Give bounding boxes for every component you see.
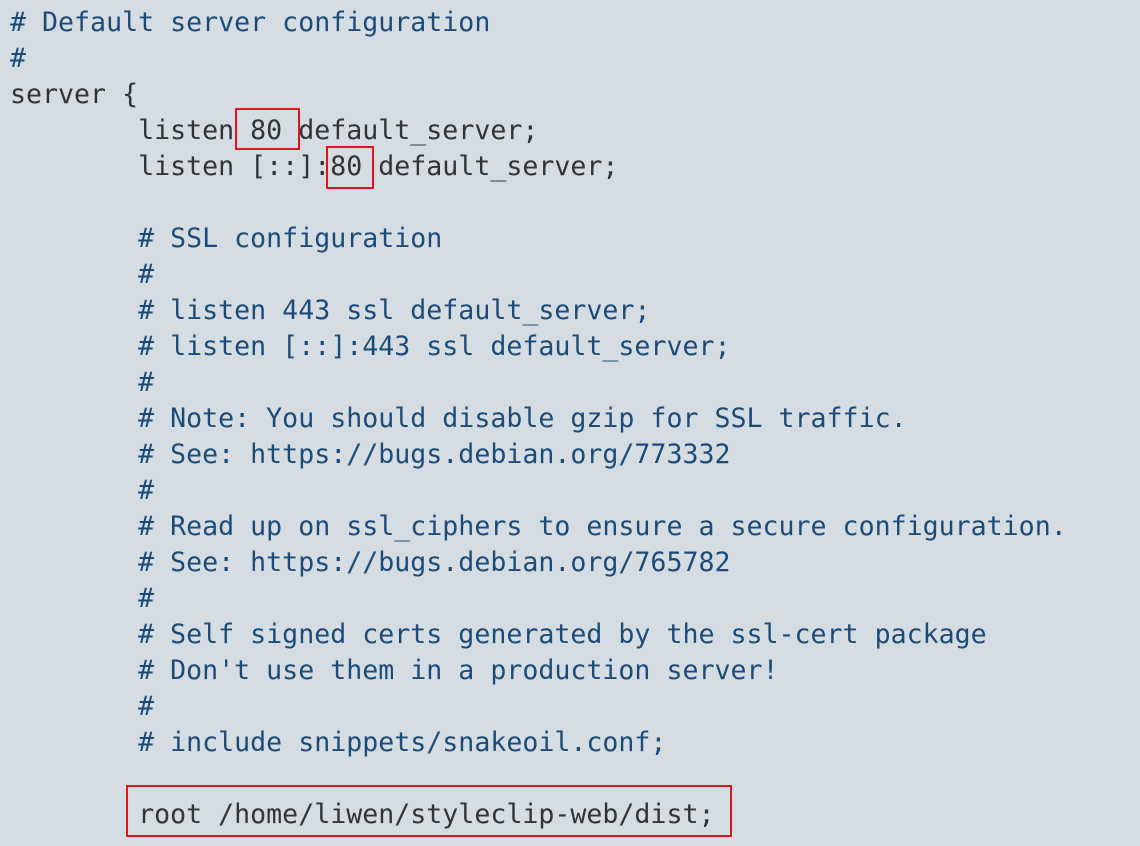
code-line-1: # Default server configuration [10,7,491,38]
code-line-2: # [10,43,27,74]
code-line-17: # [10,583,155,614]
code-line-12: # Note: You should disable gzip for SSL … [10,403,907,434]
code-line-7: # SSL configuration [10,223,443,254]
code-line-3: server { [10,79,139,110]
code-line-19: # Don't use them in a production server! [10,655,779,686]
code-line-11: # [10,367,155,398]
code-line-15: # Read up on ssl_ciphers to ensure a sec… [10,511,1067,542]
code-line-18: # Self signed certs generated by the ssl… [10,619,987,650]
code-line-9: # listen 443 ssl default_server; [10,295,651,326]
code-line-5: listen [::]:80 default_server; [10,151,619,182]
code-view: # Default server configuration # server … [0,0,1140,846]
code-line-16: # See: https://bugs.debian.org/765782 [10,547,731,578]
code-line-14: # [10,475,155,506]
code-line-8: # [10,259,155,290]
code-line-4: listen 80 default_server; [10,115,539,146]
code-line-21: # include snippets/snakeoil.conf; [10,727,667,758]
code-line-10: # listen [::]:443 ssl default_server; [10,331,731,362]
code-line-13: # See: https://bugs.debian.org/773332 [10,439,731,470]
code-line-23: root /home/liwen/styleclip-web/dist; [10,799,715,830]
code-line-20: # [10,691,155,722]
